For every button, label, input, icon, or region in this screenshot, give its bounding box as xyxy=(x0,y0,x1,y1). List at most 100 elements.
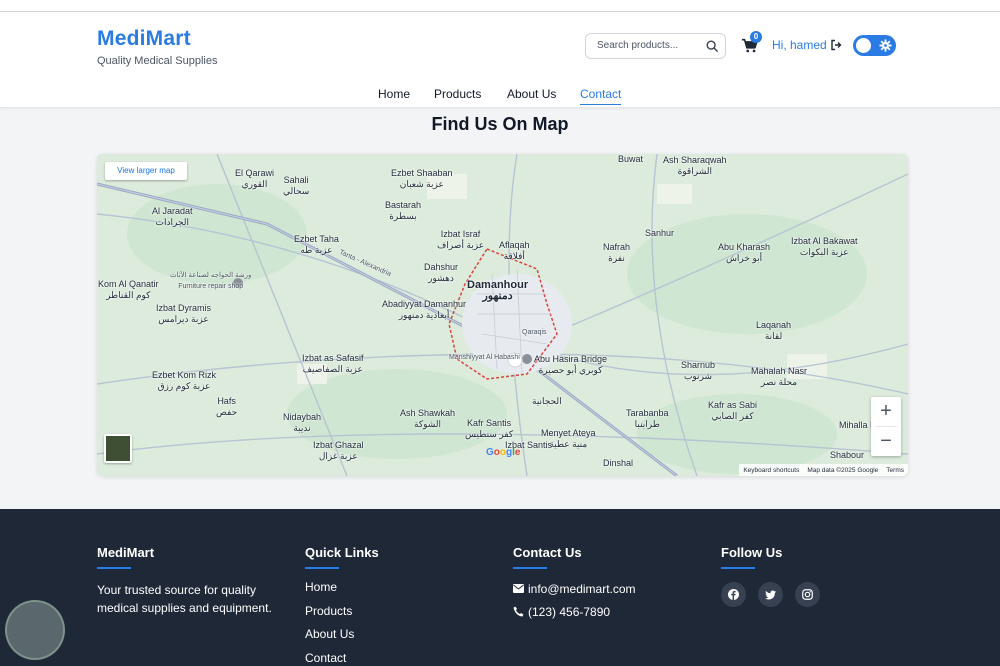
map-label: Buwat xyxy=(618,154,644,164)
map-attribution: Keyboard shortcuts Map data ©2025 Google… xyxy=(739,464,908,476)
main-nav: Home Products About Us Contact xyxy=(0,87,1000,107)
map-label: Ezbet Shaaban عزبة شعبان xyxy=(391,168,453,189)
nav-home[interactable]: Home xyxy=(378,87,410,101)
user-greeting-text[interactable]: Hi, hamed xyxy=(772,38,827,52)
toggle-knob xyxy=(856,38,871,53)
site-header: MediMart Quality Medical Supplies 0 Hi, … xyxy=(0,12,1000,108)
terms-link[interactable]: Terms xyxy=(886,467,904,474)
map-layer-toggle[interactable] xyxy=(104,434,132,463)
map-label: Abadiyyat Damanhur أبعادية دمنهور xyxy=(382,299,467,320)
instagram-icon xyxy=(802,589,813,600)
map-label-abu-hasira-bridge: Abu Hasira Bridge كوبري أبو حصيرة xyxy=(534,354,608,375)
map-label: Sahali سحالي xyxy=(283,175,310,196)
footer-follow-heading: Follow Us xyxy=(721,545,783,560)
footer-about: MediMart Your trusted source for quality… xyxy=(97,545,277,617)
facebook-icon xyxy=(728,589,739,600)
map-label: الحجانية xyxy=(532,396,562,406)
map-label: Shabour xyxy=(830,450,865,460)
nav-about-us[interactable]: About Us xyxy=(507,87,556,101)
contact-email[interactable]: info@medimart.com xyxy=(513,577,636,600)
map-label: Qaraqis xyxy=(522,329,547,336)
brand-tagline: Quality Medical Supplies xyxy=(97,55,218,67)
footer-accent-bar xyxy=(305,567,339,569)
footer-link-home[interactable]: Home xyxy=(305,576,379,600)
map-label: Ash Shawkah الشوكة xyxy=(400,408,456,429)
map-label: Hafs حفص xyxy=(216,396,238,417)
instagram-button[interactable] xyxy=(795,582,820,607)
map-label: Ezbet Kom Rizk عزبة كوم رزق xyxy=(152,370,217,391)
footer-accent-bar xyxy=(721,567,755,569)
map-label-furniture-shop[interactable]: ورشة الحواجه لصناعة الأثاث Furniture repa… xyxy=(170,270,251,292)
footer-link-products[interactable]: Products xyxy=(305,600,379,624)
footer-accent-bar xyxy=(97,567,131,569)
embedded-map[interactable]: View larger map Damanhour دمنهور Ezbet Sh… xyxy=(97,154,908,476)
map-label: Kafr Santis كفر سنطيس xyxy=(465,418,514,439)
map-label: Izbat Israf عزبة أصراف xyxy=(437,229,485,250)
footer-link-about-us[interactable]: About Us xyxy=(305,623,379,647)
map-label: Kom Al Qanatir كوم القناطر xyxy=(98,279,159,300)
logout-icon[interactable] xyxy=(830,39,842,51)
footer-quick-links-heading: Quick Links xyxy=(305,545,379,560)
google-logo: Google xyxy=(486,447,521,458)
map-label: Ash Sharaqwah الشراقوة xyxy=(663,155,727,176)
map-label-damanhour: Damanhour دمنهور xyxy=(467,279,529,302)
map-label: Kafr as Sabi كفر الصابي xyxy=(708,400,758,421)
contact-phone-text[interactable]: (123) 456-7890 xyxy=(528,605,610,619)
envelope-icon xyxy=(513,584,524,593)
brand[interactable]: MediMart Quality Medical Supplies xyxy=(97,27,217,67)
zoom-in-button[interactable]: + xyxy=(871,397,901,426)
contact-email-text[interactable]: info@medimart.com xyxy=(528,582,636,596)
footer-about-text: Your trusted source for quality medical … xyxy=(97,583,272,615)
nav-products[interactable]: Products xyxy=(434,87,481,101)
footer-follow: Follow Us xyxy=(721,545,820,607)
map-label: Sharnub شرنوب xyxy=(681,360,716,381)
map-label: Ezbet Taha عزبة طه xyxy=(294,234,339,255)
map-label: Sanhur xyxy=(645,228,675,238)
brand-name[interactable]: MediMart xyxy=(97,27,217,51)
phone-icon xyxy=(513,606,524,617)
map-label: Dahshur دهشور xyxy=(424,262,459,283)
map-label: Dinshal xyxy=(603,458,634,468)
map-label: Aflaqah أفلاقة xyxy=(499,240,530,261)
map-label: Izbat Al Bakawat عزبة البكوات xyxy=(791,236,858,257)
map-label: Izbat Ghazal عزبة غزال xyxy=(313,440,364,461)
map-label: Bastarah بسطرة xyxy=(385,200,422,221)
map-label: Nafrah نفرة xyxy=(603,242,631,263)
cart-count-badge: 0 xyxy=(750,31,762,43)
watermark-logo xyxy=(5,600,65,660)
map-label: Tarabanba طرابنبا xyxy=(626,408,669,429)
contact-phone[interactable]: (123) 456-7890 xyxy=(513,600,636,623)
gear-icon xyxy=(879,39,892,52)
footer-about-heading: MediMart xyxy=(97,545,155,560)
footer-contact-heading: Contact Us xyxy=(513,545,582,560)
map-label: Al Jaradat الجرادات xyxy=(152,206,193,227)
twitter-button[interactable] xyxy=(758,582,783,607)
user-greeting[interactable]: Hi, hamed xyxy=(772,38,842,52)
twitter-icon xyxy=(765,590,776,599)
footer-contact: Contact Us info@medimart.com (123) 456-7… xyxy=(513,545,636,623)
footer-accent-bar xyxy=(513,567,547,569)
map-label: Mahalah Nasr محلة نصر xyxy=(751,366,808,387)
map-label: Izbat as Safasif عزبة الصفاصيف xyxy=(302,353,364,374)
map-label: Abu Kharash أبو خراش xyxy=(718,242,771,263)
map-data-text: Map data ©2025 Google xyxy=(807,466,879,474)
search-input[interactable] xyxy=(597,40,702,51)
keyboard-shortcuts-link[interactable]: Keyboard shortcuts xyxy=(743,467,799,474)
section-title: Find Us On Map xyxy=(431,114,569,134)
map-label: El Qarawi القوري xyxy=(235,168,275,189)
nav-contact[interactable]: Contact xyxy=(580,87,622,105)
facebook-button[interactable] xyxy=(721,582,746,607)
site-footer: MediMart Your trusted source for quality… xyxy=(0,509,1000,666)
map-label: Izbat Dyramis عزبة ديرامس xyxy=(156,303,212,324)
footer-link-contact[interactable]: Contact xyxy=(305,647,379,666)
view-larger-map-link[interactable]: View larger map xyxy=(105,162,187,180)
map-label: Nidaybah نديبة xyxy=(283,412,322,433)
zoom-out-button[interactable]: − xyxy=(871,427,901,456)
search-box xyxy=(585,33,726,59)
search-icon[interactable] xyxy=(705,39,719,53)
theme-toggle[interactable] xyxy=(853,35,896,56)
footer-quick-links: Quick Links Home Products About Us Conta… xyxy=(305,545,379,666)
top-border xyxy=(0,0,1000,12)
zoom-controls: + − xyxy=(871,397,901,456)
map-label: Manshiyyat Al Habashi xyxy=(449,354,520,361)
